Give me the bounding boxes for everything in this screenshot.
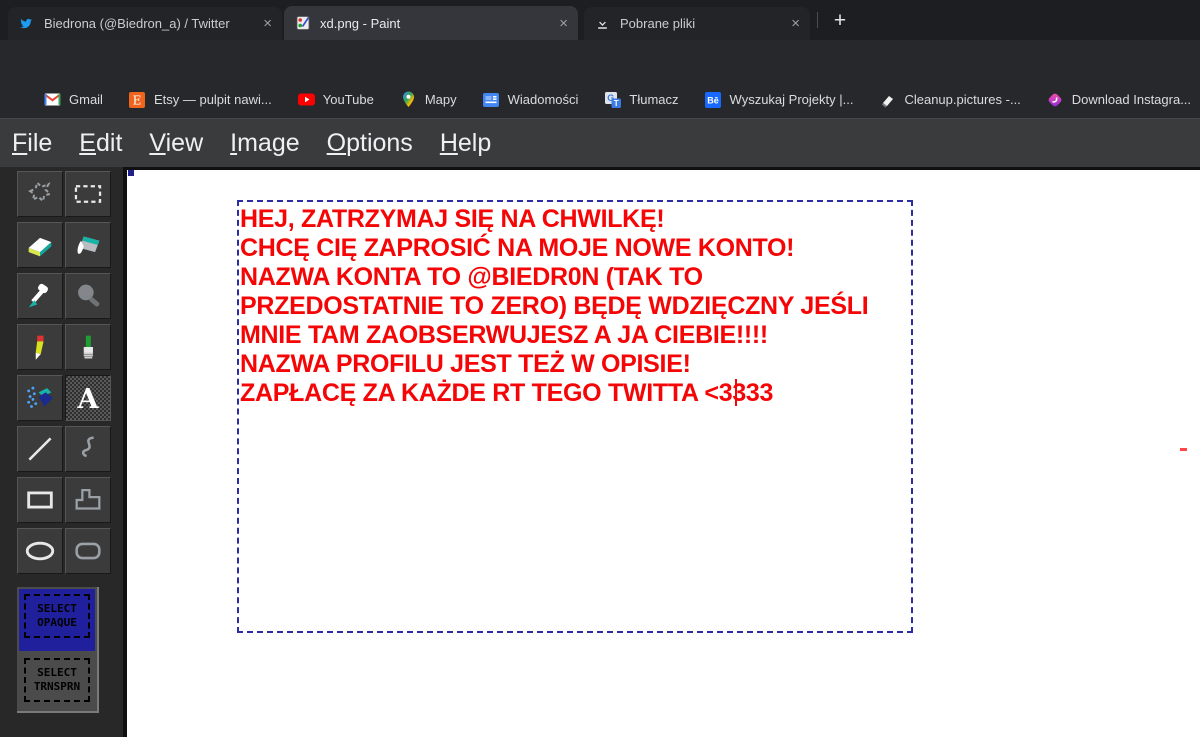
gmail-icon <box>44 91 61 108</box>
bookmark-label: Wyszukaj Projekty |... <box>729 92 854 107</box>
paint-app-area: A SELECT OPAQUE SELECT TRNSPRN HEJ, ZATR… <box>0 167 1200 737</box>
bookmark-label: Mapy <box>424 92 457 107</box>
svg-text:A: A <box>77 384 100 415</box>
bookmark-label: Etsy — pulpit nawi... <box>153 92 272 107</box>
menu-options[interactable]: Options <box>327 129 413 158</box>
etsy-icon: E <box>129 91 146 108</box>
tool-options-box: SELECT OPAQUE SELECT TRNSPRN <box>17 587 99 713</box>
new-tab-button[interactable]: + <box>824 5 856 37</box>
google-maps-icon <box>400 91 417 108</box>
tool-pencil[interactable] <box>17 324 63 370</box>
text-caret <box>735 379 737 406</box>
close-icon[interactable]: × <box>263 16 272 31</box>
tool-polygon[interactable] <box>65 477 111 523</box>
bookmark-etsy[interactable]: E Etsy — pulpit nawi... <box>129 91 272 108</box>
tool-panel: A SELECT OPAQUE SELECT TRNSPRN <box>0 167 123 737</box>
close-icon[interactable]: × <box>791 16 800 31</box>
tool-select[interactable] <box>65 171 111 217</box>
canvas-resize-handle[interactable] <box>128 170 134 176</box>
tab-twitter[interactable]: Biedrona (@Biedron_a) / Twitter × <box>8 7 282 40</box>
browser-window: Biedrona (@Biedron_a) / Twitter × xd.png… <box>0 0 1200 737</box>
tool-rectangle[interactable] <box>17 477 63 523</box>
option-select-opaque[interactable]: SELECT OPAQUE <box>19 589 95 651</box>
bookmark-maps[interactable]: Mapy <box>400 91 457 108</box>
option-select-transparent[interactable]: SELECT TRNSPRN <box>19 653 95 711</box>
tool-line[interactable] <box>17 426 63 472</box>
tool-ellipse[interactable] <box>17 528 63 574</box>
google-translate-icon: GT <box>604 91 621 108</box>
menu-file[interactable]: File <box>12 129 52 158</box>
bookmark-instagram-downloader[interactable]: Download Instagra... <box>1047 91 1191 108</box>
bookmark-label: Cleanup.pictures -... <box>904 92 1021 107</box>
menu-view[interactable]: View <box>149 129 203 158</box>
bookmark-label: Tłumacz <box>629 92 679 107</box>
tab-divider <box>817 12 818 28</box>
canvas-text[interactable]: HEJ, ZATRZYMAJ SIĘ NA CHWILKĘ! CHCĘ CIĘ … <box>240 205 869 408</box>
bookmark-label: Wiadomości <box>507 92 579 107</box>
bookmark-news[interactable]: Wiadomości <box>483 91 579 108</box>
tab-downloads[interactable]: Pobrane pliki × <box>584 7 810 40</box>
menu-image[interactable]: Image <box>230 129 300 158</box>
tool-text[interactable]: A <box>65 375 111 421</box>
google-news-icon <box>483 91 500 108</box>
paint-icon <box>294 15 311 32</box>
tool-brush[interactable] <box>65 324 111 370</box>
close-icon[interactable]: × <box>559 16 568 31</box>
tool-eraser[interactable] <box>17 222 63 268</box>
bookmark-label: YouTube <box>322 92 374 107</box>
tab-strip: Biedrona (@Biedron_a) / Twitter × xd.png… <box>0 0 1200 40</box>
tab-title: xd.png - Paint <box>320 15 401 31</box>
behance-icon: Bē <box>705 91 722 108</box>
youtube-icon <box>297 91 315 108</box>
bookmark-label: Download Instagra... <box>1071 92 1192 107</box>
tab-title: Pobrane pliki <box>620 16 696 31</box>
bookmark-label: Gmail <box>69 92 103 107</box>
tool-free-form-select[interactable] <box>17 171 63 217</box>
tool-rounded-rectangle[interactable] <box>65 528 111 574</box>
cleanup-icon <box>879 91 896 108</box>
bookmark-gmail[interactable]: Gmail <box>44 91 103 108</box>
bookmark-youtube[interactable]: YouTube <box>297 91 374 108</box>
tool-fill-with-color[interactable] <box>65 222 111 268</box>
browser-toolbar: paint.js.org <box>0 40 1200 116</box>
bookmark-translate[interactable]: GT Tłumacz <box>604 91 679 108</box>
twitter-icon <box>18 15 35 32</box>
option-label: SELECT OPAQUE <box>24 594 90 638</box>
tool-pick-color[interactable] <box>17 273 63 319</box>
option-label: SELECT TRNSPRN <box>24 658 90 702</box>
instagram-icon <box>1047 91 1064 108</box>
download-icon <box>594 15 611 32</box>
tool-curve[interactable] <box>65 426 111 472</box>
menu-edit[interactable]: Edit <box>79 129 122 158</box>
tool-airbrush[interactable] <box>17 375 63 421</box>
tab-title: Biedrona (@Biedron_a) / Twitter <box>44 16 230 31</box>
tab-paint[interactable]: xd.png - Paint × <box>284 6 578 40</box>
bookmark-behance[interactable]: Bē Wyszukaj Projekty |... <box>705 91 854 108</box>
tool-magnifier[interactable] <box>65 273 111 319</box>
paint-canvas[interactable]: HEJ, ZATRZYMAJ SIĘ NA CHWILKĘ! CHCĘ CIĘ … <box>127 170 1200 737</box>
svg-text:E: E <box>133 93 142 107</box>
paint-menu-bar: File Edit View Image Options Help <box>0 118 1200 167</box>
bookmark-cleanup[interactable]: Cleanup.pictures -... <box>879 91 1021 108</box>
menu-help[interactable]: Help <box>440 129 491 158</box>
svg-text:T: T <box>614 99 619 108</box>
red-paint-speck <box>1180 448 1187 451</box>
bookmarks-bar: Gmail E Etsy — pulpit nawi... YouTube Ma… <box>0 81 1200 118</box>
svg-text:Bē: Bē <box>707 95 719 105</box>
